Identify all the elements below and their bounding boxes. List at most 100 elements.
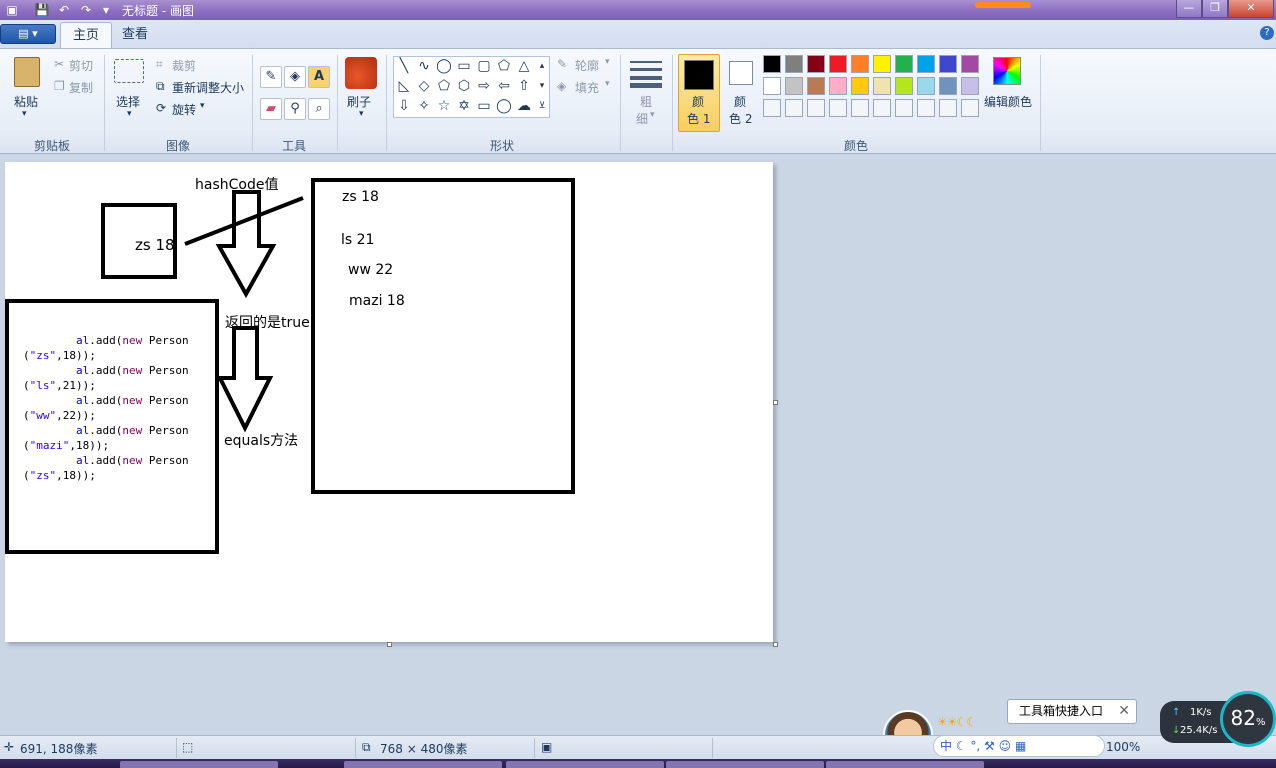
size-dropdown-icon[interactable]: ▾ bbox=[650, 110, 655, 120]
canvas-resize-handle-corner[interactable] bbox=[773, 642, 778, 647]
select-button[interactable]: 选择 bbox=[116, 93, 140, 110]
color-swatch[interactable] bbox=[917, 55, 935, 73]
shapes-scroll-up-icon[interactable]: ▴ bbox=[536, 58, 548, 74]
triangle-shape-icon[interactable]: △ bbox=[516, 58, 532, 74]
ime-grid-icon[interactable]: ▦ bbox=[1015, 739, 1026, 753]
left-arrow-shape-icon[interactable]: ⇦ bbox=[496, 78, 512, 94]
four-point-star-shape-icon[interactable]: ✧ bbox=[416, 98, 432, 114]
ime-toolbar[interactable]: 中 ☾ °, ⚒ ☺ ▦ bbox=[933, 735, 1105, 757]
up-arrow-shape-icon[interactable]: ⇧ bbox=[516, 78, 532, 94]
size-label-top[interactable]: 粗 bbox=[640, 93, 652, 110]
size-icon[interactable] bbox=[630, 59, 662, 89]
maximize-button[interactable]: ❐ bbox=[1202, 0, 1228, 18]
undo-icon[interactable]: ↶ bbox=[56, 2, 72, 18]
rotate-button[interactable]: 旋转 bbox=[172, 101, 196, 118]
edit-colors-button[interactable]: 编辑颜色 bbox=[984, 93, 1032, 110]
edit-colors-icon[interactable] bbox=[993, 57, 1021, 85]
color-swatch[interactable] bbox=[939, 55, 957, 73]
ime-punct-icon[interactable]: °, bbox=[970, 739, 984, 753]
right-triangle-shape-icon[interactable]: ◺ bbox=[396, 78, 412, 94]
drawing-canvas[interactable]: hashCode值 zs 18 返回的是true equals方法 zs 18 … bbox=[5, 162, 773, 642]
color-picker-icon[interactable]: ⚲ bbox=[284, 98, 306, 120]
text-tool-icon[interactable]: A bbox=[308, 66, 330, 88]
line-shape-icon[interactable]: ╲ bbox=[396, 58, 412, 74]
close-button[interactable]: ✕ bbox=[1228, 0, 1274, 18]
ime-face-icon[interactable]: ☺ bbox=[999, 739, 1015, 753]
diamond-shape-icon[interactable]: ◇ bbox=[416, 78, 432, 94]
tooltip-close-icon[interactable]: ✕ bbox=[1118, 700, 1130, 723]
canvas-resize-handle-bottom[interactable] bbox=[387, 642, 392, 647]
ime-tools-icon[interactable]: ⚒ bbox=[984, 739, 999, 753]
color-swatch[interactable] bbox=[851, 77, 869, 95]
paste-dropdown-icon[interactable]: ▾ bbox=[22, 109, 27, 119]
color-swatch[interactable] bbox=[939, 99, 957, 117]
callout-cloud-shape-icon[interactable]: ☁ bbox=[516, 98, 532, 114]
outline-dropdown-icon[interactable]: ▾ bbox=[605, 57, 610, 67]
taskbar-button[interactable] bbox=[344, 761, 502, 768]
app-menu-button[interactable]: ▤ ▾ bbox=[0, 24, 56, 44]
toolbox-tooltip[interactable]: 工具箱快捷入口 ✕ bbox=[1007, 699, 1137, 724]
color-swatch[interactable] bbox=[829, 77, 847, 95]
redo-icon[interactable]: ↷ bbox=[78, 2, 94, 18]
down-arrow-shape-icon[interactable]: ⇩ bbox=[396, 98, 412, 114]
color-swatch[interactable] bbox=[763, 77, 781, 95]
color-swatch[interactable] bbox=[851, 99, 869, 117]
canvas-resize-handle-right[interactable] bbox=[773, 400, 778, 405]
color-swatch[interactable] bbox=[961, 99, 979, 117]
color-swatch[interactable] bbox=[873, 55, 891, 73]
help-icon[interactable]: ? bbox=[1260, 26, 1274, 40]
color-swatch[interactable] bbox=[785, 55, 803, 73]
fill-button[interactable]: 填充 bbox=[575, 79, 599, 96]
minimize-button[interactable]: — bbox=[1176, 0, 1202, 18]
resize-button[interactable]: 重新调整大小 bbox=[172, 79, 244, 96]
color-swatch[interactable] bbox=[763, 99, 781, 117]
color-swatch[interactable] bbox=[895, 55, 913, 73]
outline-button[interactable]: 轮廓 bbox=[575, 57, 599, 74]
tab-home[interactable]: 主页 bbox=[60, 22, 113, 48]
magnifier-icon[interactable]: ⌕ bbox=[308, 98, 330, 120]
color-swatch[interactable] bbox=[763, 55, 781, 73]
taskbar-button[interactable] bbox=[506, 761, 664, 768]
oval-shape-icon[interactable]: ◯ bbox=[436, 58, 452, 74]
color-swatch[interactable] bbox=[807, 55, 825, 73]
brush-icon[interactable] bbox=[345, 57, 377, 89]
eraser-icon[interactable]: ▰ bbox=[260, 98, 282, 120]
tab-view[interactable]: 查看 bbox=[110, 22, 160, 48]
hexagon-shape-icon[interactable]: ⬡ bbox=[456, 78, 472, 94]
five-point-star-shape-icon[interactable]: ☆ bbox=[436, 98, 452, 114]
color2-swatch[interactable] bbox=[729, 61, 753, 85]
brushes-button[interactable]: 刷子 bbox=[347, 93, 371, 110]
callout-oval-shape-icon[interactable]: ◯ bbox=[496, 98, 512, 114]
crop-button[interactable]: 裁剪 bbox=[172, 57, 196, 74]
color-swatch[interactable] bbox=[917, 77, 935, 95]
pencil-icon[interactable]: ✎ bbox=[260, 66, 282, 88]
six-point-star-shape-icon[interactable]: ✡ bbox=[456, 98, 472, 114]
ime-moon-icon[interactable]: ☾ bbox=[956, 739, 971, 753]
color-swatch[interactable] bbox=[851, 55, 869, 73]
rectangle-shape-icon[interactable]: ▭ bbox=[456, 58, 472, 74]
color-swatch[interactable] bbox=[895, 77, 913, 95]
fill-dropdown-icon[interactable]: ▾ bbox=[605, 79, 610, 89]
pentagon-shape-icon[interactable]: ⬠ bbox=[436, 78, 452, 94]
select-dropdown-icon[interactable]: ▾ bbox=[127, 109, 132, 119]
save-icon[interactable]: 💾 bbox=[34, 2, 50, 18]
color-swatch[interactable] bbox=[873, 99, 891, 117]
color-swatch[interactable] bbox=[829, 55, 847, 73]
callout-rect-shape-icon[interactable]: ▭ bbox=[476, 98, 492, 114]
taskbar-button[interactable] bbox=[120, 761, 278, 768]
ime-language[interactable]: 中 bbox=[940, 739, 952, 753]
brushes-dropdown-icon[interactable]: ▾ bbox=[359, 109, 364, 119]
polygon-shape-icon[interactable]: ⬠ bbox=[496, 58, 512, 74]
select-icon[interactable] bbox=[114, 59, 144, 83]
color-swatch[interactable] bbox=[961, 55, 979, 73]
color-swatch[interactable] bbox=[807, 77, 825, 95]
size-label-bottom[interactable]: 细 bbox=[636, 110, 648, 127]
color-swatch[interactable] bbox=[785, 99, 803, 117]
cut-button[interactable]: 剪切 bbox=[69, 57, 93, 74]
paint-app-icon[interactable]: ▣ bbox=[4, 2, 20, 18]
color-swatch[interactable] bbox=[785, 77, 803, 95]
paste-icon[interactable] bbox=[14, 57, 40, 87]
taskbar-button[interactable] bbox=[666, 761, 824, 768]
color-swatch[interactable] bbox=[917, 99, 935, 117]
curve-shape-icon[interactable]: ∿ bbox=[416, 58, 432, 74]
